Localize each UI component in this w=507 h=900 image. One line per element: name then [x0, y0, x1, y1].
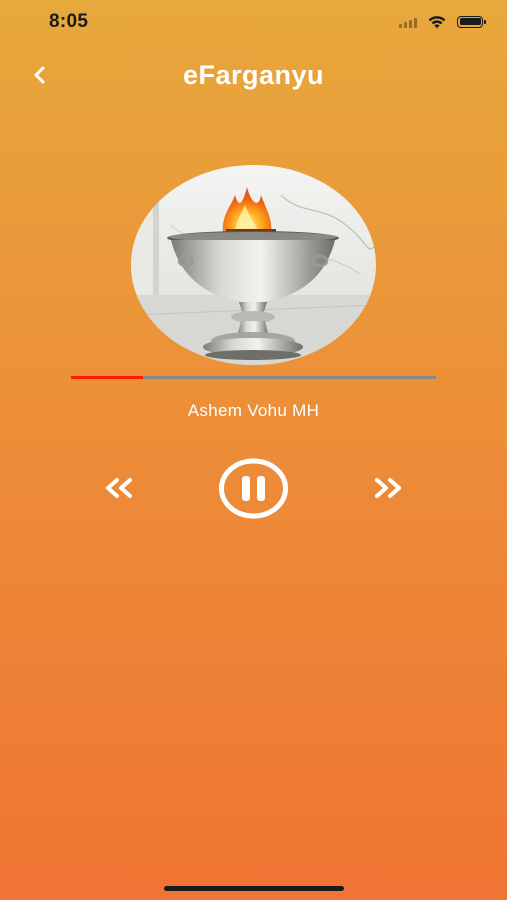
- fire-altar-image: [131, 165, 376, 365]
- status-bar: 8:05: [0, 0, 507, 44]
- wifi-icon: [428, 16, 446, 29]
- signal-icon: [399, 16, 417, 28]
- nav-bar: eFarganyu: [0, 55, 507, 99]
- fast-forward-icon: [375, 478, 401, 498]
- status-icons: [399, 14, 486, 29]
- battery-icon: [457, 15, 486, 28]
- progress-bar[interactable]: [71, 376, 436, 379]
- page-title: eFarganyu: [182, 60, 325, 90]
- track-title: Ashem Vohu MH: [187, 401, 320, 420]
- status-time: 8:05: [49, 11, 89, 32]
- pause-circle-icon: [219, 458, 288, 519]
- player-screen: 8:05 eFarganyu Ashem Vohu MH: [0, 0, 507, 900]
- rewind-icon: [106, 478, 132, 498]
- rewind-button[interactable]: [103, 477, 135, 499]
- pause-button[interactable]: [218, 458, 289, 519]
- playback-controls: [0, 458, 507, 520]
- album-artwork: [131, 165, 376, 365]
- home-indicator[interactable]: [164, 886, 344, 891]
- fast-forward-button[interactable]: [372, 477, 404, 499]
- progress-played: [71, 376, 143, 379]
